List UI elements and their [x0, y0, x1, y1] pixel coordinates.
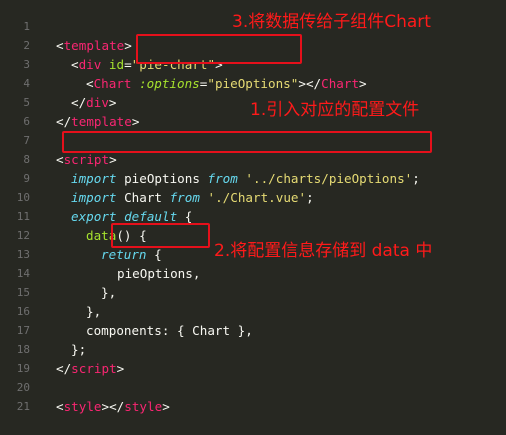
code-line-10: 10 export default {	[0, 169, 506, 224]
code-line-20: 20 <style></style>	[0, 359, 506, 414]
code-line-12: 12 return {	[0, 207, 506, 262]
highlight-box-data	[111, 223, 210, 248]
code-line-11: 11 data() {	[0, 188, 506, 243]
annotation-import-config: 1.引入对应的配置文件	[250, 100, 420, 120]
code-line-5: 5 </template>	[0, 74, 506, 129]
code-line-16: 16 components: { Chart },	[0, 283, 506, 338]
highlight-box-options	[136, 34, 302, 64]
code-line-18: 18 </script>	[0, 321, 506, 376]
annotation-pass-data: 3.将数据传给子组件Chart	[232, 12, 431, 32]
code-line-19: 19	[0, 340, 506, 375]
annotation-store-data: 2.将配置信息存储到 data 中	[214, 241, 433, 261]
code-line-21: 21	[0, 378, 506, 413]
code-line-15: 15 },	[0, 264, 506, 319]
code-editor[interactable]: 1 <template> 2 <div id="pie-chart"> 3 <C…	[0, 0, 506, 414]
highlight-box-import	[62, 131, 432, 153]
code-line-17: 17 };	[0, 302, 506, 357]
line-number: 21	[16, 400, 30, 413]
